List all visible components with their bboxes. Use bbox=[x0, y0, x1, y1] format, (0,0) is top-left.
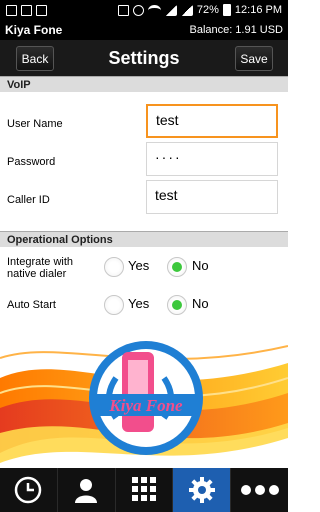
email-notification-icon bbox=[21, 4, 32, 16]
operational-section-header: Operational Options bbox=[0, 231, 288, 247]
auto-start-yes-label[interactable]: Yes bbox=[128, 296, 149, 311]
auto-start-yes-radio[interactable] bbox=[104, 295, 124, 315]
native-dialer-no-label[interactable]: No bbox=[192, 258, 209, 273]
callerid-field[interactable]: test bbox=[146, 180, 278, 214]
balance: Balance: 1.91 USD bbox=[189, 24, 283, 36]
brand-banner: Kiya Fone bbox=[0, 338, 288, 468]
history-icon bbox=[15, 476, 42, 504]
wifi-icon bbox=[147, 4, 161, 16]
auto-start-no-label[interactable]: No bbox=[192, 296, 209, 311]
clock: 12:16 PM bbox=[234, 4, 282, 16]
more-icon bbox=[240, 485, 279, 495]
native-dialer-no-radio[interactable] bbox=[167, 257, 187, 277]
nav-contacts[interactable] bbox=[58, 468, 116, 512]
balance-label: Balance: bbox=[189, 24, 233, 36]
page-title: Settings bbox=[108, 47, 180, 68]
logo-text: Kiya Fone bbox=[108, 396, 183, 415]
image-notification-icon bbox=[36, 4, 47, 16]
balance-value: 1.91 USD bbox=[235, 24, 283, 36]
nfc-icon bbox=[117, 4, 129, 16]
save-button[interactable]: Save bbox=[235, 46, 273, 71]
nav-settings[interactable] bbox=[173, 468, 232, 512]
nav-dialpad[interactable] bbox=[116, 468, 174, 512]
nav-more[interactable] bbox=[231, 468, 288, 512]
nav-history[interactable] bbox=[0, 468, 58, 512]
settings-icon bbox=[188, 477, 215, 503]
signal-icon bbox=[164, 4, 177, 16]
voip-section-header: VoIP bbox=[0, 76, 288, 92]
native-dialer-row: Integrate with native dialer Yes No bbox=[0, 255, 288, 285]
back-button[interactable]: Back bbox=[16, 46, 54, 71]
app-bar: Kiya Fone Balance: 1.91 USD bbox=[0, 20, 288, 40]
contacts-icon bbox=[75, 479, 98, 503]
native-dialer-yes-label[interactable]: Yes bbox=[128, 258, 149, 273]
kiya-fone-logo: Kiya Fone bbox=[89, 341, 203, 455]
alarm-icon bbox=[132, 4, 144, 16]
auto-start-label: Auto Start bbox=[7, 299, 56, 311]
battery-icon bbox=[222, 4, 231, 16]
username-label: User Name bbox=[7, 118, 63, 130]
password-label: Password bbox=[7, 156, 56, 168]
native-dialer-yes-radio[interactable] bbox=[104, 257, 124, 277]
bottom-navigation bbox=[0, 468, 288, 512]
callerid-label: Caller ID bbox=[7, 194, 50, 206]
username-field[interactable]: test bbox=[146, 104, 278, 138]
password-field[interactable]: ···· bbox=[146, 142, 278, 176]
auto-start-no-radio[interactable] bbox=[167, 295, 187, 315]
status-bar: 72% 12:16 PM bbox=[0, 0, 288, 20]
dialpad-icon bbox=[131, 477, 156, 501]
toolbar: Back Settings Save bbox=[0, 40, 288, 76]
native-dialer-label: Integrate with native dialer bbox=[7, 256, 74, 280]
battery-percent: 72% bbox=[196, 4, 219, 16]
auto-start-row: Auto Start Yes No bbox=[0, 293, 288, 323]
image-notification-icon bbox=[6, 4, 17, 16]
signal-icon bbox=[180, 4, 193, 16]
app-name: Kiya Fone bbox=[5, 23, 63, 37]
